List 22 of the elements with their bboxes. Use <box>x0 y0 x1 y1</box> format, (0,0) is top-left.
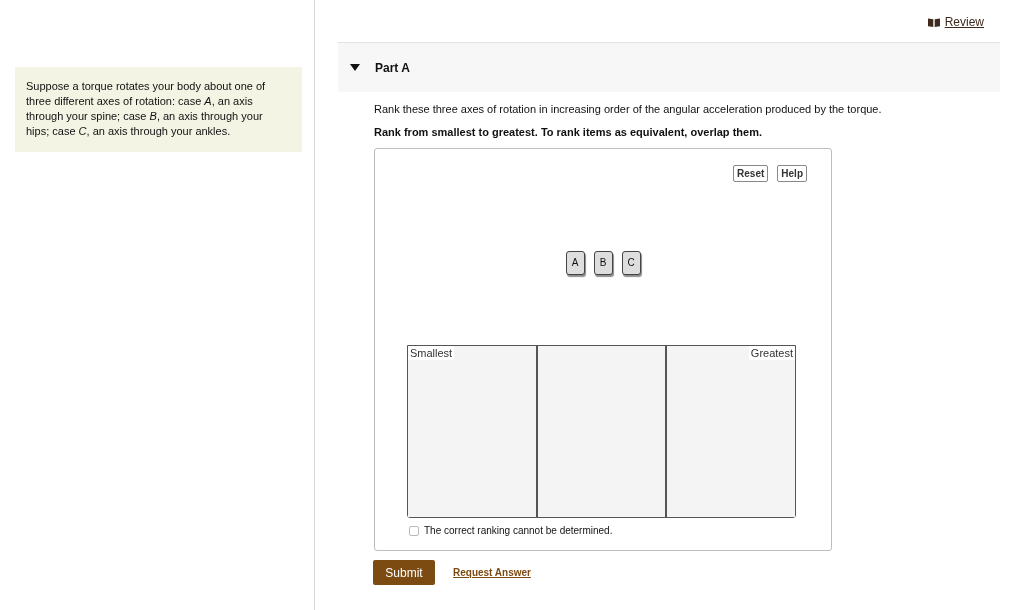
checkbox-label: The correct ranking cannot be determined. <box>424 524 613 537</box>
ranking-tile[interactable]: A <box>565 251 585 275</box>
ranking-bin[interactable]: Smallest <box>408 346 538 517</box>
bin-label: Smallest <box>408 346 455 360</box>
submit-button[interactable]: Submit <box>373 560 435 585</box>
checkbox[interactable] <box>409 525 419 536</box>
part-title: Part A <box>375 59 410 76</box>
caret-down-icon[interactable] <box>350 64 360 71</box>
ranking-bin[interactable]: Greatest <box>667 346 795 517</box>
review-link[interactable]: Review <box>927 14 984 30</box>
ranking-tile[interactable]: C <box>621 251 641 275</box>
question-text: Rank these three axes of rotation in increasing order of the angular acceleration produced by the torque. <box>374 102 883 116</box>
part-header[interactable]: Part A <box>338 42 1000 92</box>
ranking-bin[interactable] <box>537 346 668 517</box>
problem-text: Suppose a torque rotates your body about one of three different axes of rotation: case A, an axis through your spine; case B, an axis through your hips; case C, an axis through your ankles. <box>26 79 267 139</box>
panel-button[interactable]: Help <box>777 165 807 182</box>
instruction-text: Rank from smallest to greatest. To rank items as equivalent, overlap them. <box>374 125 763 139</box>
bin-label: Greatest <box>748 346 795 360</box>
book-icon <box>927 17 940 27</box>
request-answer-link[interactable]: Request Answer <box>453 566 531 579</box>
ranking-tile[interactable]: B <box>593 251 613 275</box>
panel-button[interactable]: Reset <box>733 165 769 182</box>
